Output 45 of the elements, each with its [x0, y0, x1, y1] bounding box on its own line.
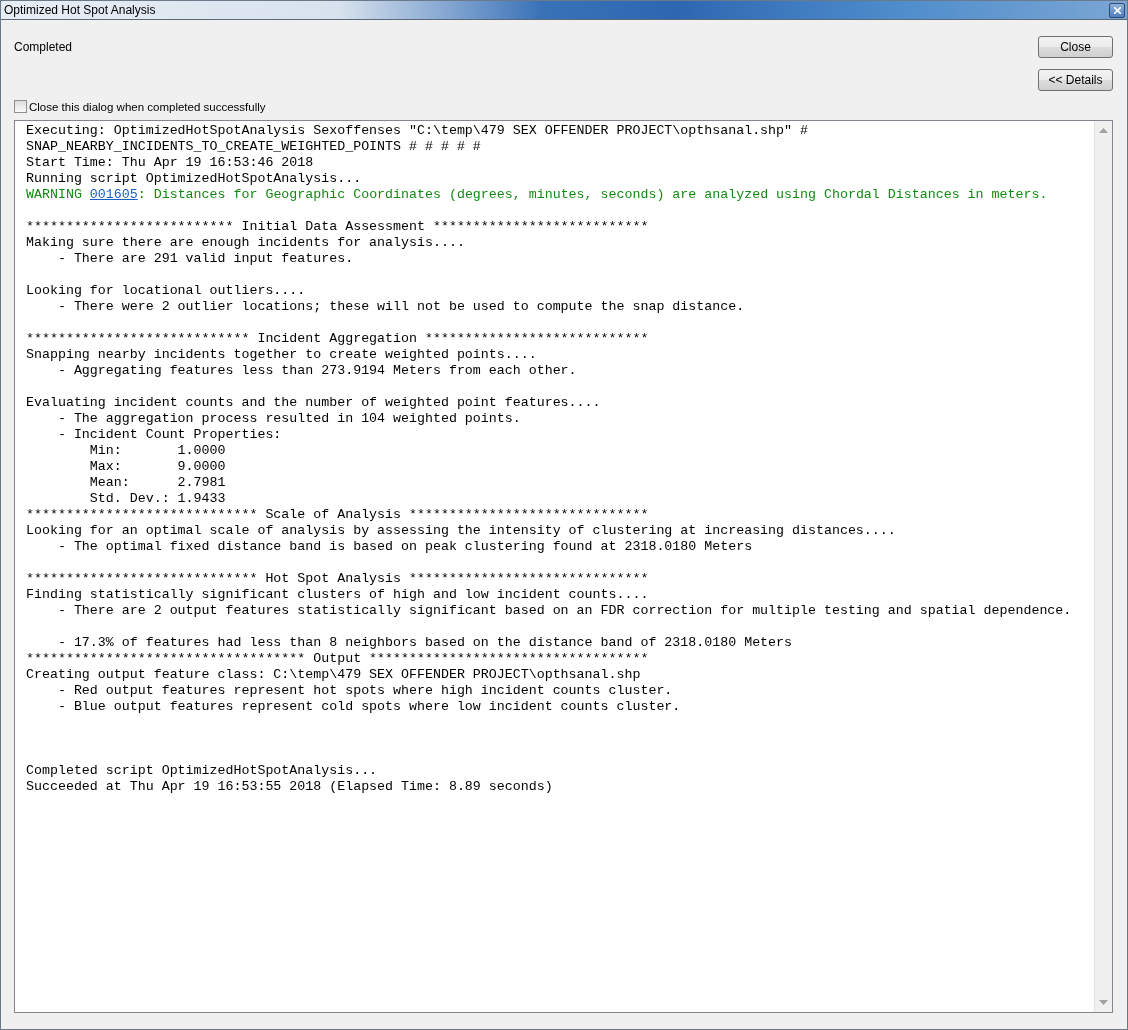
- log-line: Evaluating incident counts and the number of weighted point features....: [26, 395, 602, 411]
- log-line: - There are 291 valid input features.: [56, 251, 355, 267]
- log-line: Making sure there are enough incidents for analysis....: [26, 235, 466, 251]
- close-button[interactable]: [1109, 2, 1125, 18]
- warning-line: WARNING 001605: Distances for Geographic Coordinates (degrees, minutes, seconds) are analyzed using Chordal Distances in meters.: [26, 187, 1049, 203]
- log-line: Std. Dev.: 1.9433: [88, 491, 227, 507]
- log-line: - Aggregating features less than 273.9194 Meters from each other.: [56, 363, 578, 379]
- window-title: Optimized Hot Spot Analysis: [4, 3, 156, 17]
- log-line: Looking for an optimal scale of analysis by assessing the intensity of clustering at increasing distances....: [26, 523, 897, 539]
- log-line: Completed script OptimizedHotSpotAnalysis...: [26, 763, 379, 779]
- details-button[interactable]: << Details: [1038, 69, 1113, 91]
- log-line: Min: 1.0000: [88, 443, 227, 459]
- log-line: - There are 2 output features statistically significant based on an FDR correction for multiple testing and spatial dependence.: [56, 603, 1073, 619]
- log-line: Succeeded at Thu Apr 19 16:53:55 2018 (Elapsed Time: 8.89 seconds): [26, 779, 554, 795]
- log-line: ************************** Initial Data Assessment ***************************: [26, 219, 650, 235]
- log-line: Finding statistically significant clusters of high and low incident counts....: [26, 587, 650, 603]
- log-line: Max: 9.0000: [88, 459, 227, 475]
- status-text: Completed: [14, 40, 73, 56]
- close-icon: [1113, 6, 1121, 14]
- log-line: ***************************** Hot Spot Analysis ******************************: [26, 571, 650, 587]
- log-line: Looking for locational outliers....: [26, 283, 307, 299]
- log-line: - Incident Count Properties:: [56, 427, 283, 443]
- scrollbar[interactable]: [1094, 121, 1112, 1012]
- checkbox[interactable]: [14, 100, 27, 113]
- log-line: **************************** Incident Aggregation ****************************: [26, 331, 650, 347]
- log-line: ***************************** Scale of Analysis ******************************: [26, 507, 650, 523]
- log-line: SNAP_NEARBY_INCIDENTS_TO_CREATE_WEIGHTED_POINTS # # # # #: [26, 139, 482, 155]
- log-line: Start Time: Thu Apr 19 16:53:46 2018: [26, 155, 315, 171]
- warning-code-link[interactable]: 001605: [89, 187, 138, 202]
- log-line: Executing: OptimizedHotSpotAnalysis Sexoffenses "C:\temp\479 SEX OFFENDER PROJECT\opthsanal.shp" #: [26, 123, 809, 139]
- close-button[interactable]: Close: [1038, 36, 1113, 58]
- log-line: - Red output features represent hot spots where high incident counts cluster.: [56, 683, 674, 699]
- scroll-down-icon[interactable]: [1099, 1000, 1108, 1006]
- log-line: - 17.3% of features had less than 8 neighbors based on the distance band of 2318.0180 Meters: [56, 635, 794, 651]
- log-line: - The optimal fixed distance band is based on peak clustering found at 2318.0180 Meters: [56, 539, 754, 555]
- log-line: *********************************** Output ***********************************: [26, 651, 650, 667]
- checkbox-label: Close this dialog when completed successfully: [29, 100, 266, 113]
- log-line: - The aggregation process resulted in 104 weighted points.: [56, 411, 522, 427]
- log-line: Mean: 2.7981: [88, 475, 227, 491]
- log-line: - Blue output features represent cold spots where low incident counts cluster.: [56, 699, 682, 715]
- log-line: Running script OptimizedHotSpotAnalysis...: [26, 171, 363, 187]
- log-line: Snapping nearby incidents together to create weighted points....: [26, 347, 538, 363]
- log-line: Creating output feature class: C:\temp\479 SEX OFFENDER PROJECT\opthsanal.shp: [26, 667, 642, 683]
- scroll-up-icon[interactable]: [1099, 127, 1108, 133]
- log-line: - There were 2 outlier locations; these will not be used to compute the snap distance.: [56, 299, 746, 315]
